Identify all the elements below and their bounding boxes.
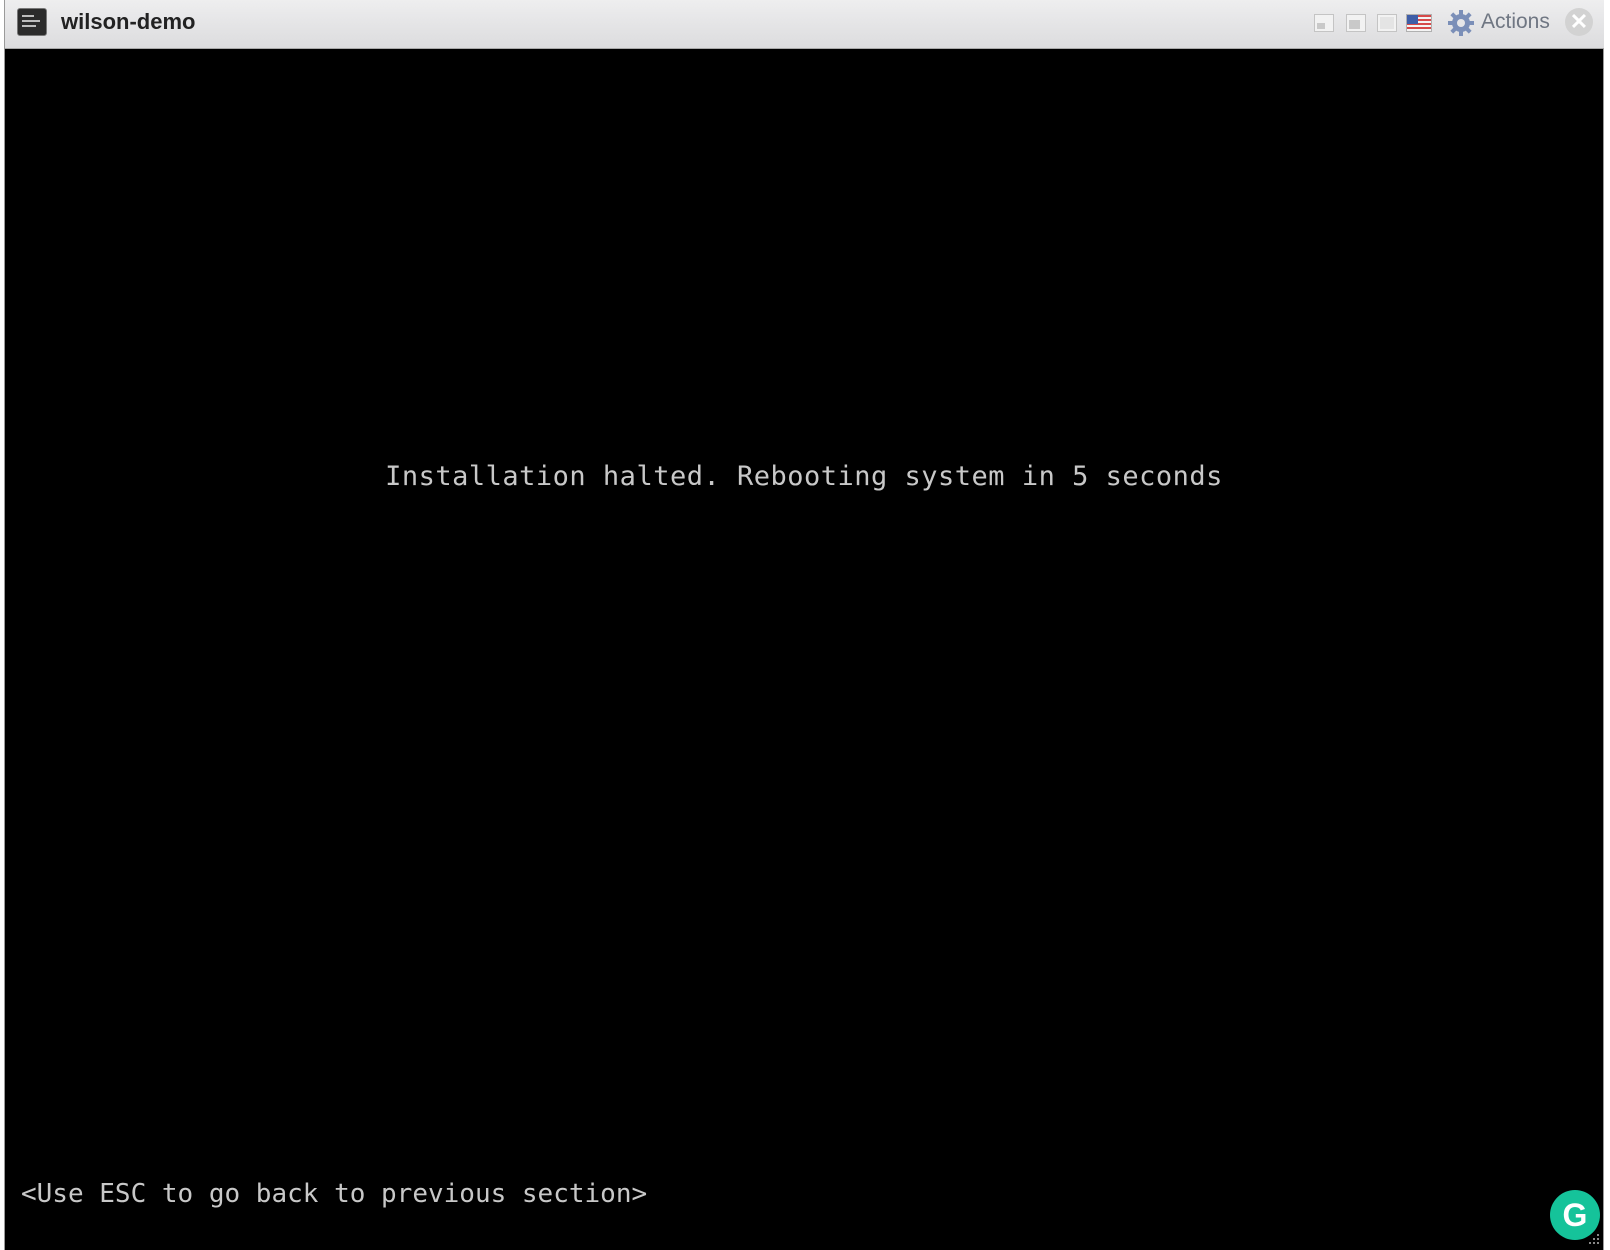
console-window: wilson-demo Actions ✕ Installation halte…	[4, 0, 1605, 1250]
window-small-icon[interactable]	[1314, 14, 1334, 32]
actions-menu-button[interactable]: Actions	[1481, 10, 1550, 34]
window-title: wilson-demo	[61, 9, 196, 34]
gear-icon[interactable]	[1446, 8, 1476, 38]
background-edge	[1604, 0, 1610, 1250]
window-medium-icon[interactable]	[1346, 14, 1366, 32]
close-icon[interactable]: ✕	[1565, 8, 1593, 36]
resize-grip-icon[interactable]	[1585, 1230, 1601, 1246]
us-flag-icon[interactable]	[1406, 14, 1432, 32]
status-message: Installation halted. Rebooting system in…	[385, 461, 1223, 492]
window-large-icon[interactable]	[1377, 14, 1397, 32]
title-bar: wilson-demo Actions ✕	[5, 0, 1605, 49]
console-icon	[17, 8, 47, 36]
console-screen[interactable]: Installation halted. Rebooting system in…	[5, 49, 1603, 1250]
navigation-hint: <Use ESC to go back to previous section>	[21, 1179, 648, 1209]
